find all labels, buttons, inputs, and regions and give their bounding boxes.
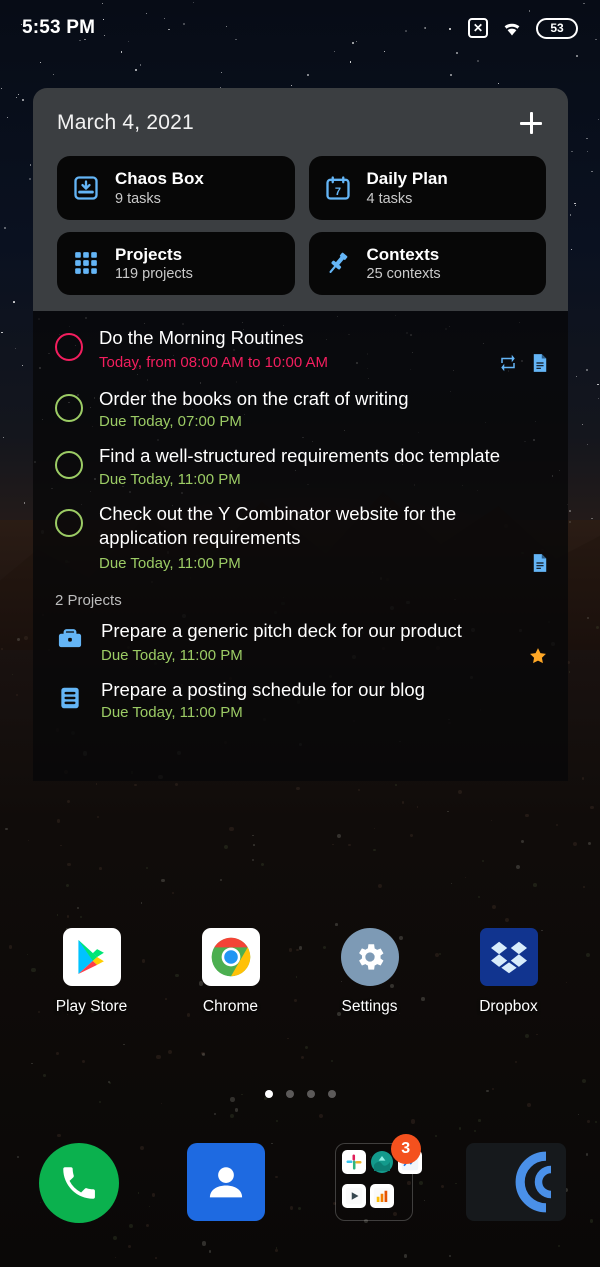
- play-video-icon: [342, 1184, 366, 1208]
- status-clock: 5:53 PM: [22, 17, 95, 39]
- app-label: Chrome: [203, 998, 258, 1016]
- star-icon: [528, 646, 548, 666]
- app-settings[interactable]: Settings: [310, 928, 430, 1016]
- tile-count: 25 contexts: [367, 266, 441, 282]
- page-dot-4[interactable]: [328, 1090, 336, 1098]
- note-icon: [532, 553, 548, 573]
- app-play-store[interactable]: Play Store: [32, 928, 152, 1016]
- task-row[interactable]: Check out the Y Combinator website for t…: [33, 495, 568, 580]
- app-label: Settings: [341, 998, 397, 1016]
- calendar-day-number: 7: [334, 186, 340, 198]
- widget-date: March 4, 2021: [57, 111, 194, 135]
- tile-label: Contexts: [367, 245, 441, 265]
- app-chrome[interactable]: Chrome: [171, 928, 291, 1016]
- dock-phone[interactable]: [24, 1143, 134, 1223]
- pushpin-icon: [323, 248, 353, 278]
- project-due: Due Today, 11:00 PM: [101, 647, 243, 664]
- inbox-download-icon: [71, 173, 101, 203]
- task-checkbox[interactable]: [55, 394, 83, 422]
- briefcase-icon: [55, 624, 85, 654]
- page-dot-2[interactable]: [286, 1090, 294, 1098]
- project-title: Prepare a posting schedule for our blog: [101, 678, 548, 703]
- tile-count: 4 tasks: [367, 191, 448, 207]
- tile-daily-plan[interactable]: 7 Daily Plan 4 tasks: [309, 156, 547, 220]
- task-title: Check out the Y Combinator website for t…: [99, 502, 548, 551]
- battery-indicator: 53: [536, 18, 578, 39]
- task-row[interactable]: Find a well-structured requirements doc …: [33, 437, 568, 495]
- grid-apps-icon: [71, 248, 101, 278]
- dock: 3: [0, 1143, 600, 1238]
- page-dot-3[interactable]: [307, 1090, 315, 1098]
- chrome-icon: [202, 928, 260, 986]
- teal-circle-icon: [370, 1150, 394, 1174]
- task-due: Due Today, 07:00 PM: [99, 413, 242, 430]
- app-label: Play Store: [56, 998, 128, 1016]
- arcs-app-icon: [466, 1143, 566, 1221]
- dock-arcs-app[interactable]: [466, 1143, 576, 1221]
- project-row[interactable]: Prepare a generic pitch deck for our pro…: [33, 613, 568, 672]
- projects-section-header: 2 Projects: [33, 580, 568, 613]
- calendar-icon: 7: [323, 173, 353, 203]
- dropbox-icon: [480, 928, 538, 986]
- dock-contacts[interactable]: [171, 1143, 281, 1221]
- task-checkbox[interactable]: [55, 451, 83, 479]
- tile-label: Projects: [115, 245, 193, 265]
- dock-folder[interactable]: 3: [319, 1143, 429, 1221]
- page-dot-1[interactable]: [265, 1090, 273, 1098]
- phone-icon: [39, 1143, 119, 1223]
- task-title: Find a well-structured requirements doc …: [99, 444, 548, 469]
- tile-projects[interactable]: Projects 119 projects: [57, 232, 295, 296]
- task-widget[interactable]: March 4, 2021 Chaos Box 9 tasks 7 Daily …: [33, 88, 568, 898]
- note-icon: [532, 353, 548, 373]
- tile-count: 119 projects: [115, 266, 193, 282]
- project-due: Due Today, 11:00 PM: [101, 704, 243, 721]
- app-dropbox[interactable]: Dropbox: [449, 928, 569, 1016]
- settings-gear-icon: [341, 928, 399, 986]
- no-sim-icon: ✕: [468, 18, 488, 38]
- task-flags: [532, 553, 548, 573]
- bar-chart-icon: [370, 1184, 394, 1208]
- tile-contexts[interactable]: Contexts 25 contexts: [309, 232, 547, 296]
- widget-header: March 4, 2021 Chaos Box 9 tasks 7 Daily …: [33, 88, 568, 311]
- battery-level: 53: [550, 21, 563, 35]
- list-icon: [55, 683, 85, 713]
- widget-tile-grid: Chaos Box 9 tasks 7 Daily Plan 4 tasks P…: [57, 156, 546, 295]
- task-due: Due Today, 11:00 PM: [99, 471, 241, 488]
- play-store-icon: [63, 928, 121, 986]
- tile-label: Daily Plan: [367, 169, 448, 189]
- task-due: Today, from 08:00 AM to 10:00 AM: [99, 354, 328, 371]
- tile-count: 9 tasks: [115, 191, 204, 207]
- widget-task-list[interactable]: Do the Morning Routines Today, from 08:0…: [33, 311, 568, 781]
- tile-label: Chaos Box: [115, 169, 204, 189]
- no-sim-glyph: ✕: [473, 22, 483, 34]
- task-row[interactable]: Order the books on the craft of writing …: [33, 380, 568, 438]
- home-app-row: Play Store Chrome Settings Dropbox: [0, 928, 600, 1048]
- slack-icon: [342, 1150, 366, 1174]
- task-flags: [498, 353, 548, 373]
- project-title: Prepare a generic pitch deck for our pro…: [101, 619, 548, 644]
- contacts-icon: [187, 1143, 265, 1221]
- repeat-icon: [498, 354, 518, 372]
- project-row[interactable]: Prepare a posting schedule for our blog …: [33, 672, 568, 728]
- task-checkbox[interactable]: [55, 509, 83, 537]
- app-label: Dropbox: [479, 998, 538, 1016]
- task-title: Do the Morning Routines: [99, 326, 548, 351]
- status-icons: ✕ 53: [468, 18, 578, 39]
- widget-title-row: March 4, 2021: [57, 108, 546, 138]
- page-indicator[interactable]: [0, 1090, 600, 1098]
- tile-chaos-box[interactable]: Chaos Box 9 tasks: [57, 156, 295, 220]
- folder-badge: 3: [391, 1134, 421, 1164]
- status-bar: 5:53 PM ✕ 53: [0, 0, 600, 56]
- task-row[interactable]: Do the Morning Routines Today, from 08:0…: [33, 319, 568, 380]
- project-flags: [528, 646, 548, 666]
- task-due: Due Today, 11:00 PM: [99, 555, 241, 572]
- wifi-icon: [500, 18, 524, 38]
- add-task-button[interactable]: [516, 108, 546, 138]
- task-checkbox[interactable]: [55, 333, 83, 361]
- task-title: Order the books on the craft of writing: [99, 387, 548, 412]
